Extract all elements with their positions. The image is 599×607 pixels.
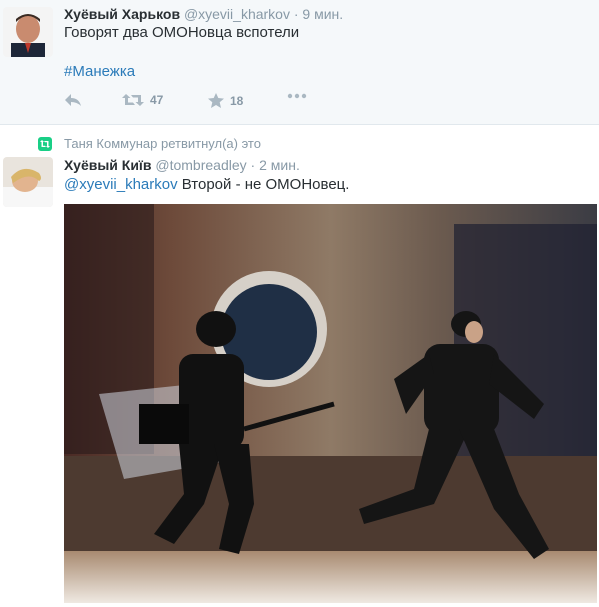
- tweet-actions: 47 18: [64, 93, 464, 111]
- retweet-context-text[interactable]: Таня Коммунар ретвитнул(а) это: [64, 136, 261, 151]
- favorite-button[interactable]: 18: [208, 93, 243, 108]
- tweet-text: Говорят два ОМОНовца вспотели: [64, 24, 300, 41]
- favorite-count: 18: [230, 93, 244, 108]
- tweet-header: Хуёвый Харьков @xyevii_kharkov · 9 мин.: [64, 6, 343, 22]
- separator: ·: [293, 6, 299, 22]
- tweet-photo[interactable]: [64, 204, 597, 603]
- separator: ·: [250, 157, 256, 173]
- star-icon: [208, 93, 224, 108]
- timestamp[interactable]: 9 мин.: [302, 6, 343, 22]
- retweet-button[interactable]: 47: [122, 93, 163, 107]
- tweet-card[interactable]: Таня Коммунар ретвитнул(а) это Хуёвый Ки…: [0, 125, 599, 607]
- hashtag-link[interactable]: #Манежка: [64, 63, 135, 80]
- avatar[interactable]: [3, 7, 53, 57]
- more-button[interactable]: [287, 93, 307, 99]
- photo-image: [64, 204, 597, 603]
- more-icon: [287, 93, 307, 99]
- retweet-context: Таня Коммунар ретвитнул(а) это: [38, 136, 261, 151]
- tweet-text-body: Второй - не ОМОНовец.: [181, 176, 350, 193]
- avatar[interactable]: [3, 157, 53, 207]
- tweet-header: Хуёвый Київ @tombreadley · 2 мин.: [64, 157, 300, 173]
- reply-button[interactable]: [64, 93, 82, 107]
- tweet-text: @xyevii_kharkov Второй - не ОМОНовец.: [64, 176, 349, 193]
- author-name[interactable]: Хуёвый Київ: [64, 157, 151, 173]
- reply-icon: [65, 94, 81, 106]
- author-handle[interactable]: @tombreadley: [155, 157, 246, 173]
- author-handle[interactable]: @xyevii_kharkov: [184, 6, 290, 22]
- retweet-icon: [122, 94, 144, 106]
- mention-link[interactable]: @xyevii_kharkov: [64, 176, 178, 193]
- tweet-card[interactable]: Хуёвый Харьков @xyevii_kharkov · 9 мин. …: [0, 0, 599, 125]
- author-name[interactable]: Хуёвый Харьков: [64, 6, 180, 22]
- retweet-icon: [38, 136, 52, 151]
- retweet-count: 47: [150, 93, 164, 107]
- timestamp[interactable]: 2 мин.: [259, 157, 300, 173]
